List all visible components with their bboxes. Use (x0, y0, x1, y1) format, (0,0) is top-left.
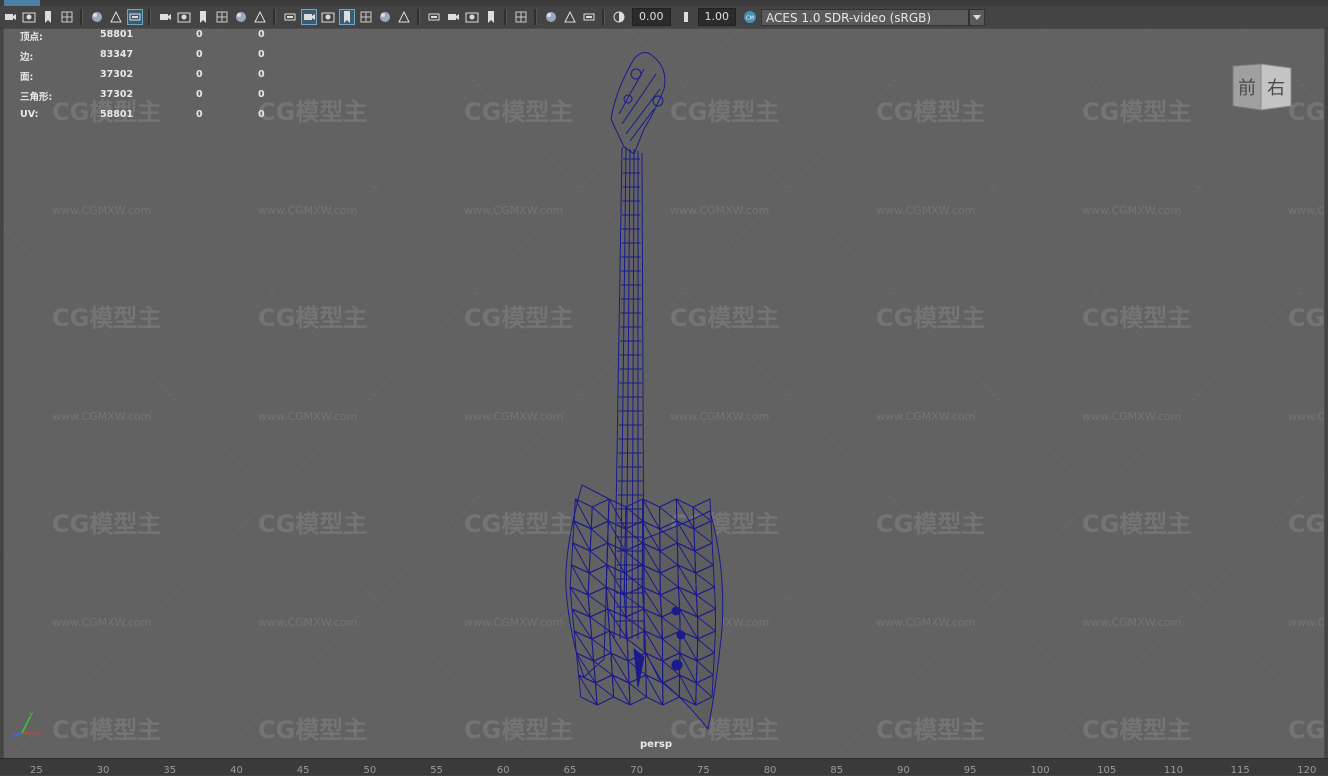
ruler-tick-label: 35 (163, 765, 177, 776)
ruler-tick-label: 80 (763, 765, 777, 776)
camera-name-label: persp (640, 739, 672, 750)
view-cube[interactable]: 前 右 (1231, 62, 1293, 114)
gamma-field[interactable]: 1.00 (697, 8, 736, 26)
grease-pencil-icon[interactable] (126, 9, 143, 25)
panel-toolbar: 0.00 1.00 CM ACES 1.0 SDR-video (sRGB) (0, 6, 1328, 29)
ruler-tick-label: 100 (1030, 765, 1050, 776)
xray-joints-icon[interactable] (581, 9, 597, 25)
ruler-tick-label: 70 (630, 765, 644, 776)
ruler-tick-label: 50 (363, 765, 377, 776)
color-space-dropdown[interactable]: ACES 1.0 SDR-video (sRGB) (761, 8, 969, 26)
grid-icon[interactable] (157, 9, 173, 25)
axis-z-label: z (12, 731, 16, 739)
ruler-tick-label: 90 (897, 765, 910, 776)
toolbar-separator (602, 9, 605, 25)
toolbar-separator (273, 9, 276, 25)
resolution-gate-icon[interactable] (195, 9, 211, 25)
ruler-tick-label: 65 (563, 765, 577, 776)
ruler-tick-label: 120 (1297, 765, 1317, 776)
guitar-wireframe-mesh[interactable] (4, 29, 1324, 759)
toolbar-separator (534, 9, 537, 25)
ruler-tick-label: 60 (496, 765, 510, 776)
toolbar-separator (504, 9, 507, 25)
xray-icon[interactable] (543, 9, 559, 25)
ruler-tick-label: 105 (1097, 765, 1117, 776)
time-slider-ruler[interactable]: 25 30 35 40 45 50 55 60 65 70 75 80 85 90 95 100 105 110 1… (0, 758, 1328, 776)
exposure-icon[interactable] (611, 9, 627, 25)
exposure-field[interactable]: 0.00 (632, 8, 671, 26)
shadows-icon[interactable] (396, 9, 412, 25)
textured-icon[interactable] (358, 9, 374, 25)
default-material-icon[interactable] (320, 9, 336, 25)
depth-of-field-icon[interactable] (483, 9, 499, 25)
ruler-tick-label: 25 (30, 765, 43, 776)
toolbar-separator (80, 9, 83, 25)
camera-icon[interactable] (2, 9, 18, 25)
bookmark-flag-icon[interactable] (59, 9, 75, 25)
smooth-shade-icon[interactable] (300, 9, 317, 25)
axis-y-label: y (29, 710, 33, 718)
viewcube-right-face[interactable]: 右 (1267, 78, 1285, 99)
2d-pan-icon[interactable] (108, 9, 124, 25)
ruler-tick-label: 45 (296, 765, 310, 776)
camera-attr-icon[interactable] (21, 9, 37, 25)
toolbar-separator (417, 9, 420, 25)
ruler-tick-label: 95 (963, 765, 977, 776)
image-plane-icon[interactable] (89, 9, 105, 25)
wireframe-icon[interactable] (282, 9, 298, 25)
film-gate-icon[interactable] (176, 9, 192, 25)
field-chart-icon[interactable] (233, 9, 249, 25)
anti-alias-icon[interactable] (464, 9, 480, 25)
chevron-down-icon[interactable] (969, 8, 985, 26)
motion-blur-icon[interactable] (445, 9, 461, 25)
wireframe-on-shaded-icon[interactable] (338, 9, 355, 25)
svg-text:CM: CM (746, 16, 754, 22)
ruler-tick-label: 110 (1163, 765, 1183, 776)
ruler-tick-label: 55 (430, 765, 443, 776)
ruler-tick-label: 115 (1230, 765, 1250, 776)
xray-active-icon[interactable] (562, 9, 578, 25)
ruler-tick-label: 85 (830, 765, 844, 776)
viewport-persp[interactable]: CG模型主 www.CGMXW.com CG模型主 www.CGMXW.com CG模型… (3, 28, 1325, 760)
ruler-tick-label: 40 (230, 765, 243, 776)
ruler-tick-label: 30 (96, 765, 110, 776)
ambient-occlusion-icon[interactable] (426, 9, 442, 25)
gamma-icon[interactable] (676, 9, 692, 25)
axis-x-label: x (37, 730, 41, 738)
toolbar-separator (148, 9, 151, 25)
bookmark-icon[interactable] (40, 9, 56, 25)
isolate-select-icon[interactable] (513, 9, 529, 25)
safe-action-icon[interactable] (252, 9, 268, 25)
ruler-tick-label: 75 (697, 765, 710, 776)
color-management-icon[interactable]: CM (742, 9, 758, 25)
gate-mask-icon[interactable] (214, 9, 230, 25)
axis-gizmo: x y z (12, 710, 41, 739)
lights-icon[interactable] (377, 9, 393, 25)
viewcube-front-face[interactable]: 前 (1238, 78, 1256, 99)
